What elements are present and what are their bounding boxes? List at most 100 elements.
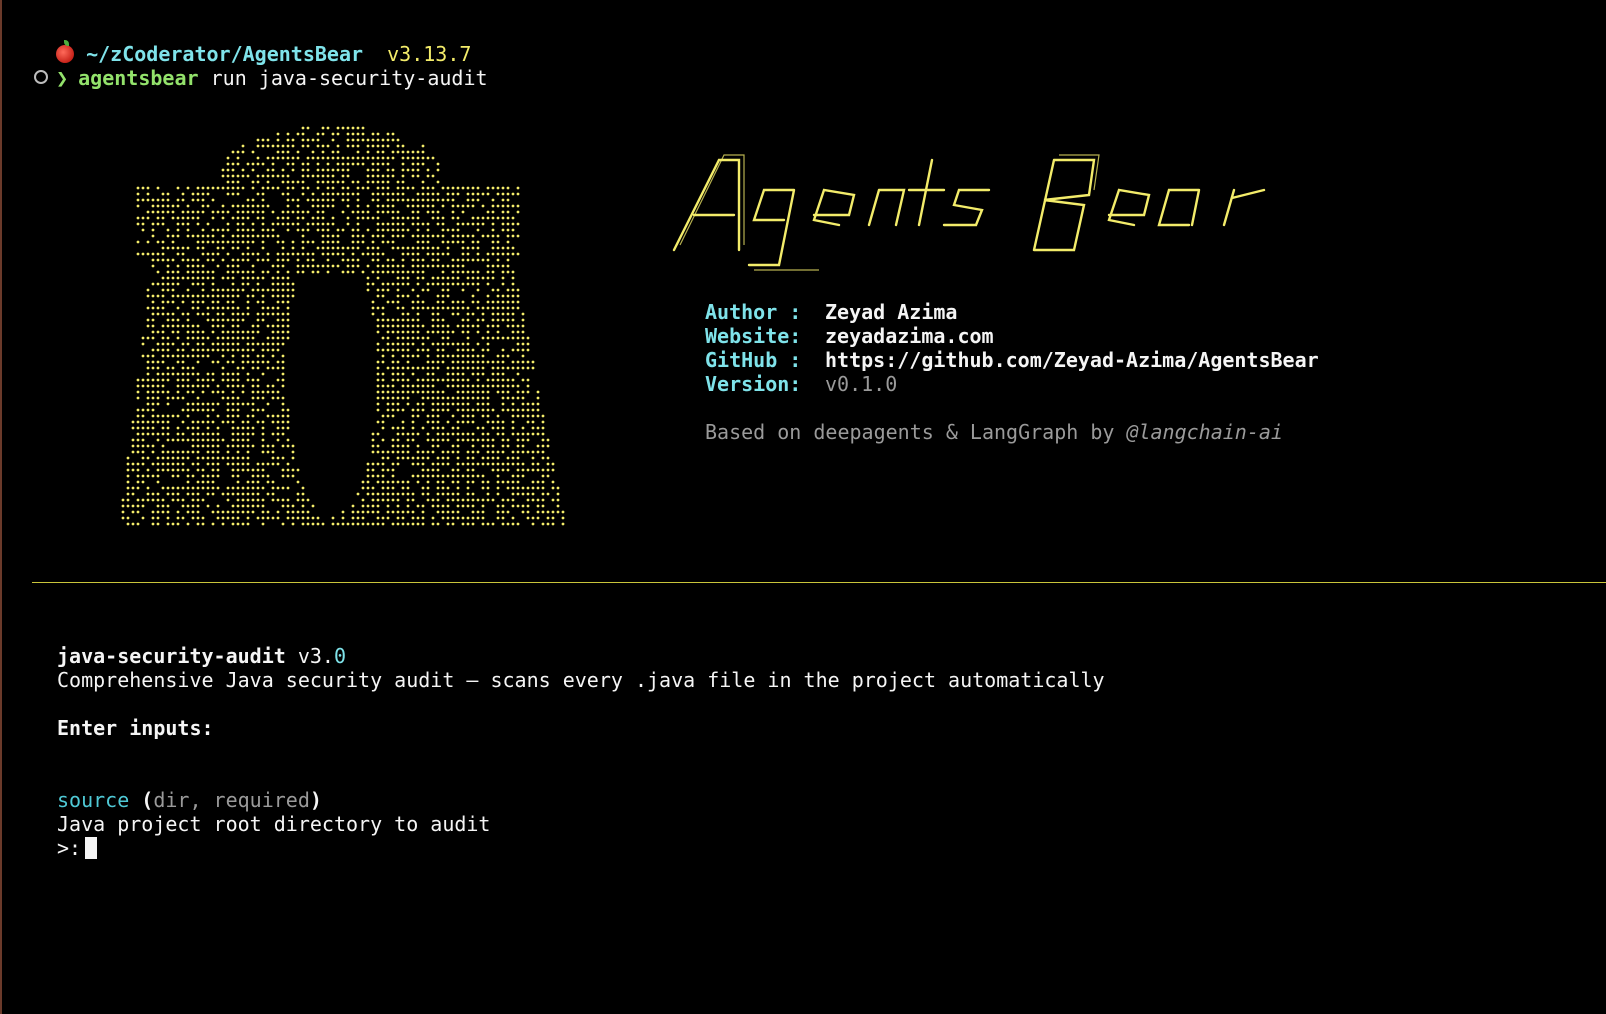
bear-art-dot: [436, 486, 440, 490]
bear-art-dot: [136, 240, 140, 244]
bear-art-dot: [261, 270, 265, 274]
bear-art-dot: [386, 498, 390, 502]
bear-art-dot: [521, 486, 525, 490]
bear-art-dot: [271, 498, 275, 502]
bear-art-dot: [396, 246, 400, 250]
bear-art-dot: [316, 522, 320, 526]
bear-art-dot: [366, 246, 370, 250]
bear-art-dot: [401, 282, 405, 286]
bear-art-dot: [206, 402, 210, 406]
bear-art-dot: [161, 372, 165, 376]
bear-art-dot: [561, 522, 565, 526]
bear-art-dot: [436, 258, 440, 262]
bear-art-dot: [421, 192, 425, 196]
bear-art-dot: [511, 498, 515, 502]
bear-art-dot: [166, 402, 170, 406]
bear-art-dot: [501, 222, 505, 226]
bear-art-dot: [126, 474, 130, 478]
bear-art-dot: [346, 186, 350, 190]
bear-art-dot: [171, 216, 175, 220]
bear-art-dot: [396, 306, 400, 310]
bear-art-dot: [156, 438, 160, 442]
bear-art-dot: [316, 216, 320, 220]
bear-art-dot: [276, 366, 280, 370]
bear-art-dot: [541, 480, 545, 484]
bear-art-dot: [261, 210, 265, 214]
bear-art-dot: [426, 396, 430, 400]
bear-art-dot: [231, 474, 235, 478]
bear-art-dot: [511, 504, 515, 508]
bear-art-dot: [221, 174, 225, 178]
bear-art-dot: [306, 522, 310, 526]
bear-art-dot: [431, 258, 435, 262]
bear-art-dot: [386, 132, 390, 136]
bear-art-dot: [541, 522, 545, 526]
bear-art-dot: [261, 396, 265, 400]
bear-art-dot: [186, 438, 190, 442]
bear-art-dot: [556, 498, 560, 502]
bear-art-dot: [231, 384, 235, 388]
bear-art-dot: [231, 288, 235, 292]
bear-art-dot: [441, 378, 445, 382]
bear-art-dot: [446, 372, 450, 376]
text-cursor[interactable]: [85, 837, 98, 859]
bear-art-dot: [396, 210, 400, 214]
bear-art-dot: [186, 450, 190, 454]
bear-art-dot: [316, 222, 320, 226]
bear-art-dot: [306, 264, 310, 268]
bear-art-dot: [411, 462, 415, 466]
bear-art-dot: [216, 228, 220, 232]
github-link[interactable]: https://github.com/Zeyad-Azima/AgentsBea…: [825, 348, 1319, 372]
bear-art-dot: [206, 258, 210, 262]
author-label: Author :: [705, 300, 802, 324]
bear-art-dot: [526, 336, 530, 340]
bear-art-dot: [356, 246, 360, 250]
bear-art-dot: [391, 348, 395, 352]
bear-art-dot: [186, 372, 190, 376]
based-on-text: Based on deepagents & LangGraph by: [705, 420, 1127, 444]
bear-art-dot: [311, 216, 315, 220]
bear-art-dot: [166, 372, 170, 376]
bear-art-dot: [476, 342, 480, 346]
bear-art-dot: [411, 252, 415, 256]
bear-art-dot: [376, 366, 380, 370]
website-link[interactable]: zeyadazima.com: [825, 324, 994, 348]
bear-art-dot: [466, 480, 470, 484]
bear-art-dot: [191, 462, 195, 466]
bear-art-dot: [286, 462, 290, 466]
bear-art-dot: [471, 522, 475, 526]
bear-art-dot: [266, 312, 270, 316]
bear-art-dot: [241, 456, 245, 460]
bear-art-dot: [466, 354, 470, 358]
bear-art-dot: [451, 300, 455, 304]
bear-art-dot: [256, 252, 260, 256]
bear-art-dot: [171, 234, 175, 238]
bear-art-dot: [136, 474, 140, 478]
bear-art-dot: [376, 186, 380, 190]
bear-art-dot: [406, 396, 410, 400]
bear-art-dot: [171, 210, 175, 214]
bear-art-dot: [491, 198, 495, 202]
bear-art-dot: [301, 522, 305, 526]
bear-art-dot: [311, 258, 315, 262]
bear-art-dot: [221, 420, 225, 424]
bear-art-dot: [276, 462, 280, 466]
bear-art-dot: [156, 468, 160, 472]
bear-art-dot: [231, 258, 235, 262]
bear-art-dot: [236, 426, 240, 430]
bear-art-dot: [256, 366, 260, 370]
bear-art-dot: [521, 390, 525, 394]
bear-art-dot: [321, 522, 325, 526]
input-prompt-line[interactable]: >:: [57, 836, 98, 860]
bear-art-dot: [486, 282, 490, 286]
bear-art-dot: [456, 258, 460, 262]
bear-art-dot: [371, 138, 375, 142]
bear-art-dot: [466, 432, 470, 436]
bear-art-dot: [156, 282, 160, 286]
bear-art-dot: [341, 510, 345, 514]
bear-art-dot: [546, 462, 550, 466]
bear-art-dot: [406, 486, 410, 490]
bear-art-dot: [421, 234, 425, 238]
bear-art-dot: [206, 372, 210, 376]
bear-art-dot: [376, 318, 380, 322]
